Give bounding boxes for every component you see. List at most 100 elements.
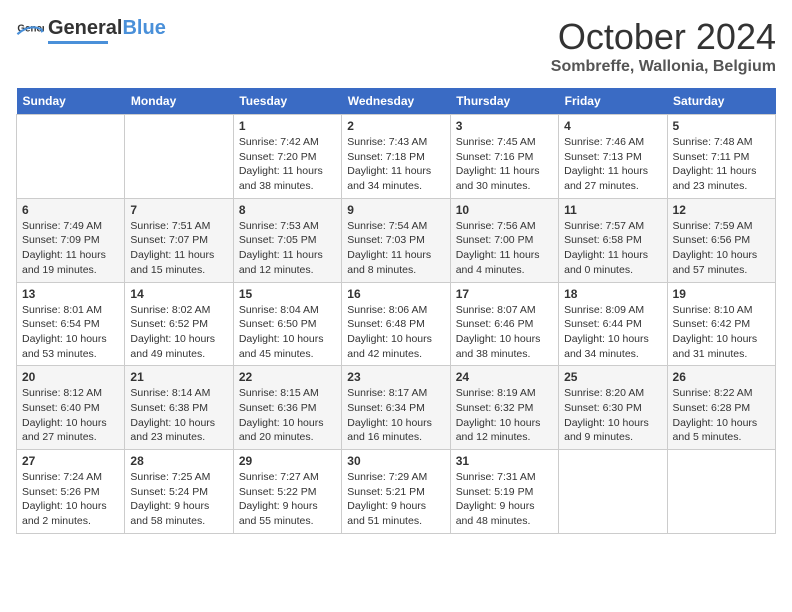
day-info: Sunrise: 8:19 AMSunset: 6:32 PMDaylight:… [456,386,553,445]
day-info: Sunrise: 8:01 AMSunset: 6:54 PMDaylight:… [22,303,119,362]
day-number: 23 [347,370,444,384]
month-title: October 2024 [551,16,776,58]
week-row-2: 6 Sunrise: 7:49 AMSunset: 7:09 PMDaylight… [17,198,776,282]
calendar-cell: 5 Sunrise: 7:48 AMSunset: 7:11 PMDaylight… [667,115,775,199]
calendar-cell: 13 Sunrise: 8:01 AMSunset: 6:54 PMDayligh… [17,282,125,366]
calendar-cell: 2 Sunrise: 7:43 AMSunset: 7:18 PMDaylight… [342,115,450,199]
week-row-5: 27Sunrise: 7:24 AMSunset: 5:26 PMDayligh… [17,450,776,534]
calendar-cell: 6 Sunrise: 7:49 AMSunset: 7:09 PMDaylight… [17,198,125,282]
day-number: 30 [347,454,444,468]
day-number: 5 [673,119,770,133]
calendar-cell [667,450,775,534]
day-info: Sunrise: 8:07 AMSunset: 6:46 PMDaylight:… [456,303,553,362]
day-info: Sunrise: 8:02 AMSunset: 6:52 PMDaylight:… [130,303,227,362]
calendar-table: SundayMondayTuesdayWednesdayThursdayFrid… [16,88,776,534]
location-subtitle: Sombreffe, Wallonia, Belgium [551,58,776,76]
calendar-cell [17,115,125,199]
day-info: Sunrise: 7:54 AMSunset: 7:03 PMDaylight:… [347,219,444,278]
day-number: 17 [456,287,553,301]
day-number: 12 [673,203,770,217]
calendar-cell: 28 Sunrise: 7:25 AMSunset: 5:24 PMDayligh… [125,450,233,534]
calendar-cell: 15Sunrise: 8:04 AMSunset: 6:50 PMDayligh… [233,282,341,366]
weekday-header-sunday: Sunday [17,88,125,115]
day-number: 2 [347,119,444,133]
day-number: 3 [456,119,553,133]
day-number: 27 [22,454,119,468]
weekday-header-friday: Friday [559,88,667,115]
calendar-cell: 21 Sunrise: 8:14 AMSunset: 6:38 PMDayligh… [125,366,233,450]
calendar-cell: 4Sunrise: 7:46 AMSunset: 7:13 PMDaylight… [559,115,667,199]
calendar-cell: 29 Sunrise: 7:27 AMSunset: 5:22 PMDayligh… [233,450,341,534]
logo-blue: Blue [122,17,165,39]
calendar-cell: 22 Sunrise: 8:15 AMSunset: 6:36 PMDayligh… [233,366,341,450]
day-info: Sunrise: 7:27 AMSunset: 5:22 PMDaylight:… [239,470,336,529]
day-number: 14 [130,287,227,301]
logo: General General Blue [16,16,166,44]
logo-general: General [48,17,122,39]
day-number: 22 [239,370,336,384]
day-info: Sunrise: 7:59 AMSunset: 6:56 PMDaylight:… [673,219,770,278]
day-number: 29 [239,454,336,468]
page-header: General General Blue October 2024 Sombre… [16,16,776,76]
day-number: 18 [564,287,661,301]
week-row-1: 1 Sunrise: 7:42 AMSunset: 7:20 PMDaylight… [17,115,776,199]
calendar-cell: 23 Sunrise: 8:17 AMSunset: 6:34 PMDayligh… [342,366,450,450]
calendar-cell: 30Sunrise: 7:29 AMSunset: 5:21 PMDayligh… [342,450,450,534]
calendar-cell: 18 Sunrise: 8:09 AMSunset: 6:44 PMDayligh… [559,282,667,366]
day-info: Sunrise: 8:12 AMSunset: 6:40 PMDaylight:… [22,386,119,445]
day-info: Sunrise: 8:20 AMSunset: 6:30 PMDaylight:… [564,386,661,445]
weekday-header-wednesday: Wednesday [342,88,450,115]
day-number: 8 [239,203,336,217]
weekday-header-saturday: Saturday [667,88,775,115]
calendar-cell: 16Sunrise: 8:06 AMSunset: 6:48 PMDayligh… [342,282,450,366]
calendar-cell [125,115,233,199]
calendar-cell: 9Sunrise: 7:54 AMSunset: 7:03 PMDaylight… [342,198,450,282]
day-number: 6 [22,203,119,217]
day-info: Sunrise: 8:15 AMSunset: 6:36 PMDaylight:… [239,386,336,445]
day-info: Sunrise: 8:14 AMSunset: 6:38 PMDaylight:… [130,386,227,445]
day-info: Sunrise: 8:10 AMSunset: 6:42 PMDaylight:… [673,303,770,362]
day-number: 20 [22,370,119,384]
day-number: 28 [130,454,227,468]
calendar-cell: 25 Sunrise: 8:20 AMSunset: 6:30 PMDayligh… [559,366,667,450]
day-number: 13 [22,287,119,301]
calendar-cell: 8 Sunrise: 7:53 AMSunset: 7:05 PMDaylight… [233,198,341,282]
day-info: Sunrise: 8:22 AMSunset: 6:28 PMDaylight:… [673,386,770,445]
day-number: 19 [673,287,770,301]
weekday-header-monday: Monday [125,88,233,115]
calendar-cell: 31Sunrise: 7:31 AMSunset: 5:19 PMDayligh… [450,450,558,534]
day-number: 21 [130,370,227,384]
day-number: 25 [564,370,661,384]
weekday-header-row: SundayMondayTuesdayWednesdayThursdayFrid… [17,88,776,115]
calendar-cell: 19 Sunrise: 8:10 AMSunset: 6:42 PMDayligh… [667,282,775,366]
day-info: Sunrise: 7:56 AMSunset: 7:00 PMDaylight:… [456,219,553,278]
day-number: 16 [347,287,444,301]
calendar-cell: 7Sunrise: 7:51 AMSunset: 7:07 PMDaylight… [125,198,233,282]
calendar-cell: 14 Sunrise: 8:02 AMSunset: 6:52 PMDayligh… [125,282,233,366]
day-info: Sunrise: 8:09 AMSunset: 6:44 PMDaylight:… [564,303,661,362]
day-number: 15 [239,287,336,301]
day-number: 1 [239,119,336,133]
calendar-cell: 24Sunrise: 8:19 AMSunset: 6:32 PMDayligh… [450,366,558,450]
day-info: Sunrise: 7:49 AMSunset: 7:09 PMDaylight:… [22,219,119,278]
day-info: Sunrise: 7:42 AMSunset: 7:20 PMDaylight:… [239,135,336,194]
day-number: 7 [130,203,227,217]
calendar-cell: 12 Sunrise: 7:59 AMSunset: 6:56 PMDayligh… [667,198,775,282]
day-number: 11 [564,203,661,217]
logo-icon: General [16,16,44,44]
calendar-cell: 10Sunrise: 7:56 AMSunset: 7:00 PMDayligh… [450,198,558,282]
day-info: Sunrise: 8:17 AMSunset: 6:34 PMDaylight:… [347,386,444,445]
day-info: Sunrise: 7:46 AMSunset: 7:13 PMDaylight:… [564,135,661,194]
weekday-header-thursday: Thursday [450,88,558,115]
day-info: Sunrise: 7:25 AMSunset: 5:24 PMDaylight:… [130,470,227,529]
day-info: Sunrise: 7:43 AMSunset: 7:18 PMDaylight:… [347,135,444,194]
week-row-3: 13 Sunrise: 8:01 AMSunset: 6:54 PMDayligh… [17,282,776,366]
calendar-cell: 17 Sunrise: 8:07 AMSunset: 6:46 PMDayligh… [450,282,558,366]
day-info: Sunrise: 7:45 AMSunset: 7:16 PMDaylight:… [456,135,553,194]
calendar-cell: 27Sunrise: 7:24 AMSunset: 5:26 PMDayligh… [17,450,125,534]
calendar-cell: 20 Sunrise: 8:12 AMSunset: 6:40 PMDayligh… [17,366,125,450]
day-info: Sunrise: 7:53 AMSunset: 7:05 PMDaylight:… [239,219,336,278]
calendar-cell: 3 Sunrise: 7:45 AMSunset: 7:16 PMDaylight… [450,115,558,199]
day-info: Sunrise: 7:48 AMSunset: 7:11 PMDaylight:… [673,135,770,194]
day-info: Sunrise: 7:31 AMSunset: 5:19 PMDaylight:… [456,470,553,529]
